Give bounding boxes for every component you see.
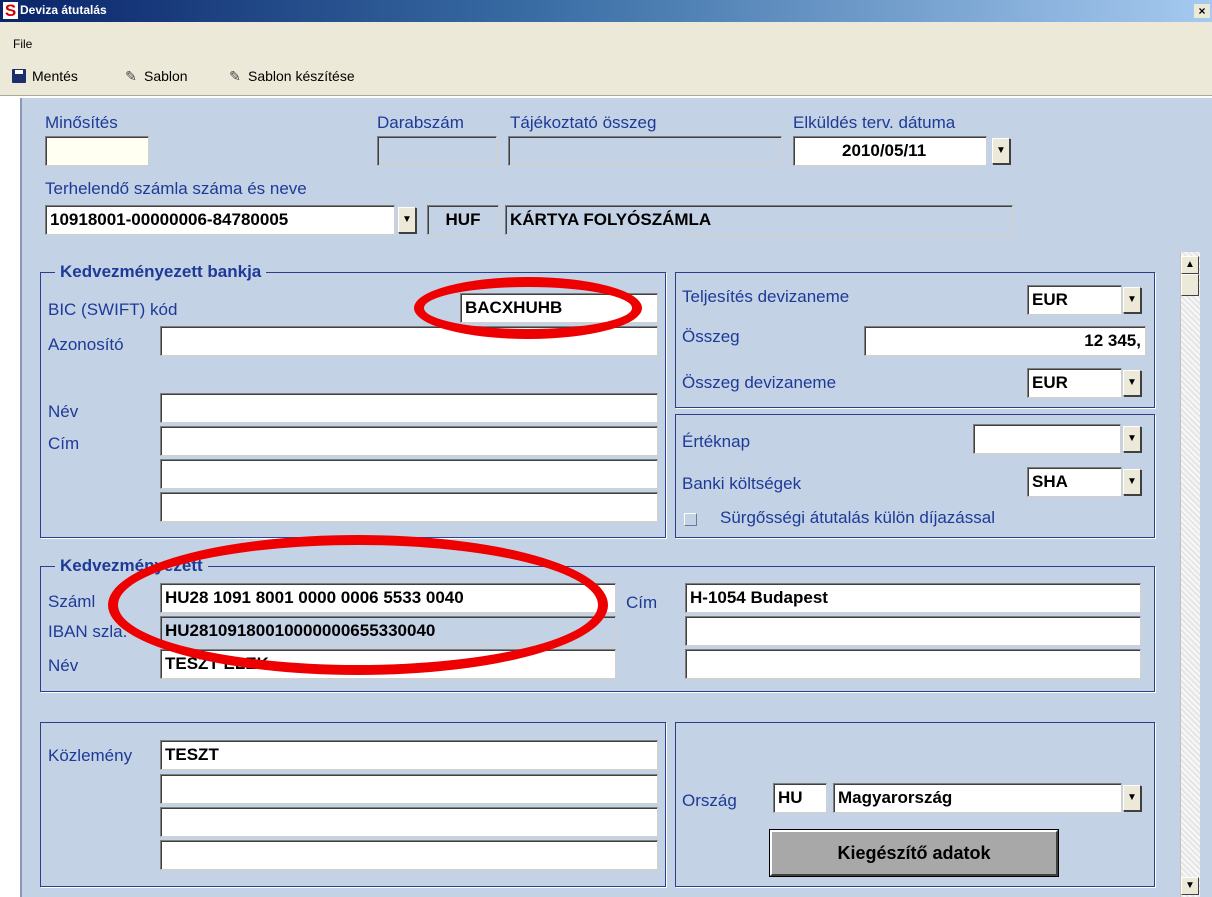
orszag-label: Ország bbox=[682, 791, 737, 810]
scroll-down-icon[interactable]: ▼ bbox=[1181, 877, 1199, 895]
osszeg-label: Összeg bbox=[682, 327, 740, 346]
chevron-down-icon[interactable]: ▼ bbox=[1123, 287, 1141, 313]
template-label: Sablon bbox=[144, 68, 188, 84]
beneficiary-group-title: Kedvezményezett bbox=[55, 556, 208, 576]
kozlemeny-field-3[interactable] bbox=[160, 807, 658, 837]
surgos-label: Sürgősségi átutalás külön díjazással bbox=[720, 508, 995, 527]
minosites-field[interactable] bbox=[45, 136, 149, 166]
chevron-down-icon[interactable]: ▼ bbox=[1123, 785, 1141, 811]
template-icon: ✎ bbox=[229, 68, 241, 84]
terhelendo-name: KÁRTYA FOLYÓSZÁMLA bbox=[505, 205, 1013, 235]
erteknap-label: Értéknap bbox=[682, 432, 751, 451]
darabszam-label: Darabszám bbox=[377, 113, 464, 132]
teljesites-label: Teljesítés devizaneme bbox=[682, 287, 850, 306]
scroll-up-icon[interactable]: ▲ bbox=[1181, 256, 1199, 274]
bank-cim-field-2[interactable] bbox=[160, 459, 658, 489]
iban-label: IBAN szla. bbox=[48, 622, 128, 641]
osszeg-field[interactable]: 12 345, bbox=[864, 326, 1146, 356]
elkuldes-date-field[interactable]: 2010/05/11 bbox=[793, 136, 987, 166]
bic-field[interactable]: BACXHUHB bbox=[460, 293, 658, 323]
scrollbar-thumb[interactable] bbox=[1181, 274, 1199, 296]
bic-label: BIC (SWIFT) kód bbox=[48, 300, 178, 319]
country-code-field[interactable]: HU bbox=[773, 783, 827, 813]
minosites-label: Minősítés bbox=[45, 113, 118, 132]
teljesites-currency-field[interactable]: EUR bbox=[1027, 285, 1122, 315]
darabszam-field bbox=[377, 136, 497, 166]
country-name-field[interactable]: Magyarország bbox=[833, 783, 1122, 813]
kozlemeny-field-4[interactable] bbox=[160, 840, 658, 870]
beneficiary-cim-field-2[interactable] bbox=[685, 616, 1141, 646]
vertical-scrollbar[interactable] bbox=[1180, 252, 1200, 897]
erteknap-field[interactable] bbox=[973, 424, 1121, 454]
chevron-down-icon[interactable]: ▼ bbox=[1123, 426, 1141, 452]
terhelendo-label: Terhelendő számla száma és neve bbox=[45, 179, 307, 198]
osszeg-currency-field[interactable]: EUR bbox=[1027, 368, 1122, 398]
beneficiary-nev-field[interactable]: TESZT ELEK bbox=[160, 649, 616, 679]
kiegeszito-adatok-button[interactable]: Kiegészítő adatok bbox=[770, 830, 1058, 876]
floppy-disk-icon bbox=[12, 69, 26, 83]
beneficiary-cim-field-3[interactable] bbox=[685, 649, 1141, 679]
bank-nev-field[interactable] bbox=[160, 393, 658, 423]
template-icon: ✎ bbox=[125, 68, 137, 84]
terhelendo-account-field[interactable]: 10918001-00000006-84780005 bbox=[45, 205, 395, 235]
azonosito-label: Azonosító bbox=[48, 335, 124, 354]
create-template-button[interactable]: ✎ Sablon készítése bbox=[228, 67, 355, 85]
bank-cim-field-1[interactable] bbox=[160, 426, 658, 456]
azonosito-field[interactable] bbox=[160, 326, 658, 356]
bank-cim-field-3[interactable] bbox=[160, 492, 658, 522]
close-button[interactable]: × bbox=[1194, 4, 1210, 18]
koltsegek-label: Banki költségek bbox=[682, 474, 802, 493]
bank-nev-label: Név bbox=[48, 402, 79, 421]
surgos-checkbox[interactable] bbox=[684, 513, 697, 526]
beneficiary-nev-label: Név bbox=[48, 656, 79, 675]
menu-file[interactable]: File bbox=[13, 37, 32, 51]
bank-cim-label: Cím bbox=[48, 434, 80, 453]
menu-bar bbox=[0, 22, 1212, 62]
tajekoztato-label: Tájékoztató összeg bbox=[510, 113, 657, 132]
kozlemeny-field-2[interactable] bbox=[160, 774, 658, 804]
title-bar bbox=[0, 0, 1212, 22]
kozlemeny-field-1[interactable]: TESZT bbox=[160, 740, 658, 770]
save-button[interactable]: Mentés bbox=[12, 67, 78, 85]
window-title: Deviza átutalás bbox=[20, 3, 107, 17]
elkuldes-label: Elküldés terv. dátuma bbox=[793, 113, 956, 132]
create-template-label: Sablon készítése bbox=[248, 68, 355, 84]
bank-group-title: Kedvezményezett bankja bbox=[55, 262, 267, 282]
osszeg-deviza-label: Összeg devizaneme bbox=[682, 373, 837, 392]
szamla-label: Száml bbox=[48, 592, 96, 611]
terhelendo-currency: HUF bbox=[427, 205, 499, 235]
template-button[interactable]: ✎ Sablon bbox=[124, 67, 188, 85]
iban-field: HU28109180010000000655330040 bbox=[160, 616, 616, 646]
szamla-field[interactable]: HU28 1091 8001 0000 0006 5533 0040 bbox=[160, 583, 616, 613]
chevron-down-icon[interactable]: ▼ bbox=[398, 207, 416, 233]
chevron-down-icon[interactable]: ▼ bbox=[1123, 469, 1141, 495]
beneficiary-cim-label: Cím bbox=[626, 593, 658, 612]
chevron-down-icon[interactable]: ▼ bbox=[992, 138, 1010, 164]
kozlemeny-label: Közlemény bbox=[48, 746, 133, 765]
tajekoztato-field bbox=[508, 136, 782, 166]
app-icon: S bbox=[3, 1, 18, 20]
koltsegek-field[interactable]: SHA bbox=[1027, 467, 1122, 497]
chevron-down-icon[interactable]: ▼ bbox=[1123, 370, 1141, 396]
beneficiary-cim-field-1[interactable]: H-1054 Budapest bbox=[685, 583, 1141, 613]
save-label: Mentés bbox=[32, 68, 78, 84]
